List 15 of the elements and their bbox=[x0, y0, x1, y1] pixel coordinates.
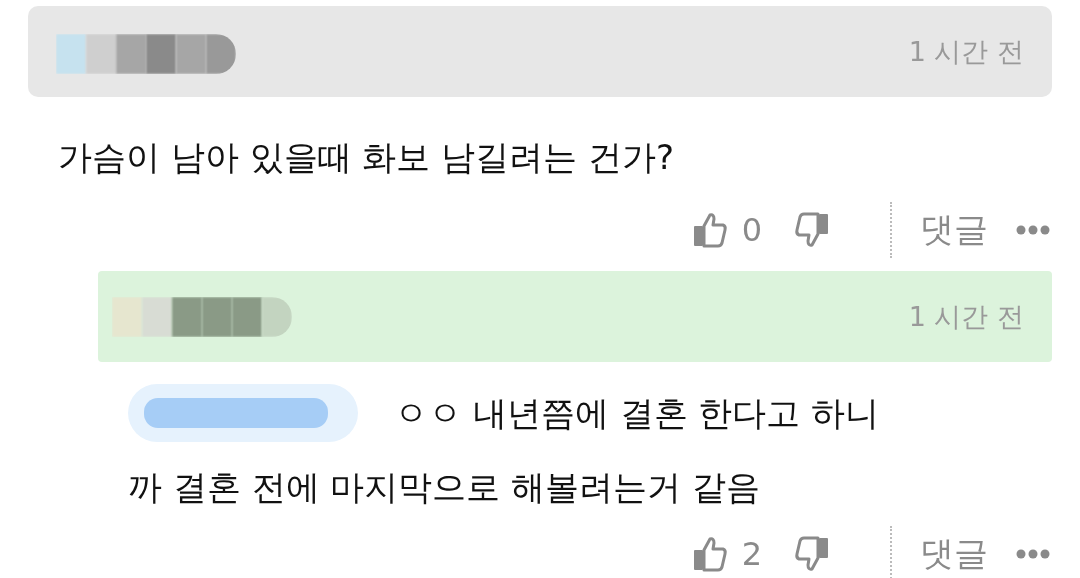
comment-text: 가슴이 남아 있을때 화보 남길려는 건가? bbox=[58, 136, 675, 179]
like-count: 0 bbox=[741, 211, 762, 249]
thumbs-down-icon[interactable] bbox=[794, 212, 830, 248]
reply-button[interactable]: 댓글 bbox=[920, 207, 988, 253]
comment-text: 까 결혼 전에 마지막으로 해볼려는거 같음 bbox=[128, 466, 761, 509]
reply-button[interactable]: 댓글 bbox=[920, 531, 988, 577]
thumbs-down-icon[interactable] bbox=[794, 536, 830, 572]
more-icon[interactable] bbox=[1016, 549, 1050, 559]
thumbs-up-icon[interactable] bbox=[691, 212, 728, 248]
like-count: 2 bbox=[741, 535, 762, 573]
timestamp: 1 시간 전 bbox=[908, 34, 1024, 69]
more-icon[interactable] bbox=[1016, 225, 1050, 235]
thumbs-up-icon[interactable] bbox=[691, 536, 728, 572]
timestamp: 1 시간 전 bbox=[908, 299, 1024, 334]
comment-text: ㅇㅇ 내년쯤에 결혼 한다고 하니 bbox=[394, 392, 880, 435]
